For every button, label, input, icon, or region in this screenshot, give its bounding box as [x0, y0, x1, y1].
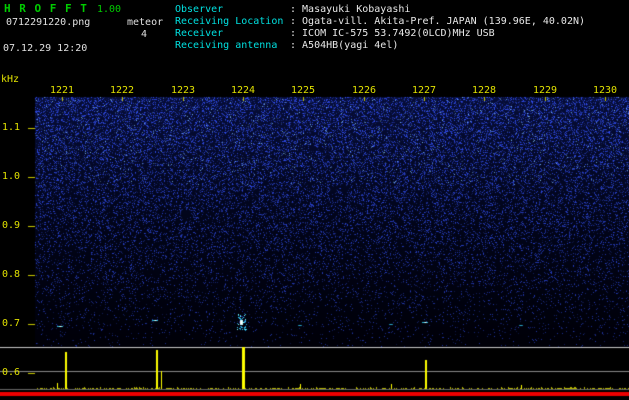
info-row: Observer : Masayuki Kobayashi — [175, 4, 629, 16]
info-label: Receiving antenna — [175, 40, 277, 52]
freq-label: 1.0 — [2, 171, 20, 183]
info-label: Observer — [175, 4, 223, 16]
freq-label: 0.6 — [2, 367, 20, 379]
app-title: H R O F F T — [4, 3, 88, 15]
freq-label: 0.9 — [2, 220, 20, 232]
info-label: Receiving Location — [175, 16, 283, 28]
time-label: 1221 — [50, 85, 74, 97]
freq-label: 1.1 — [2, 122, 20, 134]
info-row: Receiver : ICOM IC-575 53.7492(0LCD)MHz U… — [175, 28, 629, 40]
time-label: 1230 — [593, 85, 617, 97]
station-info: Observer: Masayuki KobayashiReceiving Lo… — [175, 4, 629, 52]
time-label: 1228 — [472, 85, 496, 97]
spectrogram-canvas — [0, 0, 629, 400]
time-label: 1223 — [171, 85, 195, 97]
info-row: Receiving antenna : A504HB(yagi 4el) — [175, 40, 629, 52]
info-value: : Ogata-vill. Akita-Pref. JAPAN (139.96E… — [290, 16, 585, 28]
meteor-count: 4 — [141, 29, 147, 41]
info-label: Receiver — [175, 28, 223, 40]
output-filename: 0712291220.png — [6, 17, 90, 29]
info-value: : ICOM IC-575 53.7492(0LCD)MHz USB — [290, 28, 495, 40]
freq-unit-label: kHz — [1, 74, 19, 86]
freq-label: 0.8 — [2, 269, 20, 281]
info-value: : A504HB(yagi 4el) — [290, 40, 398, 52]
time-label: 1227 — [412, 85, 436, 97]
time-label: 1226 — [352, 85, 376, 97]
info-value: : Masayuki Kobayashi — [290, 4, 410, 16]
app-version: 1.00 — [97, 4, 121, 16]
datetime-label: 07.12.29 12:20 — [3, 43, 87, 55]
time-label: 1222 — [110, 85, 134, 97]
hrofft-screen: H R O F F T 1.00 0712291220.png meteor 4… — [0, 0, 629, 400]
time-label: 1229 — [533, 85, 557, 97]
time-label: 1225 — [291, 85, 315, 97]
info-row: Receiving Location : Ogata-vill. Akita-Pr… — [175, 16, 629, 28]
time-label: 1224 — [231, 85, 255, 97]
mode-label: meteor — [127, 17, 163, 29]
freq-label: 0.7 — [2, 318, 20, 330]
